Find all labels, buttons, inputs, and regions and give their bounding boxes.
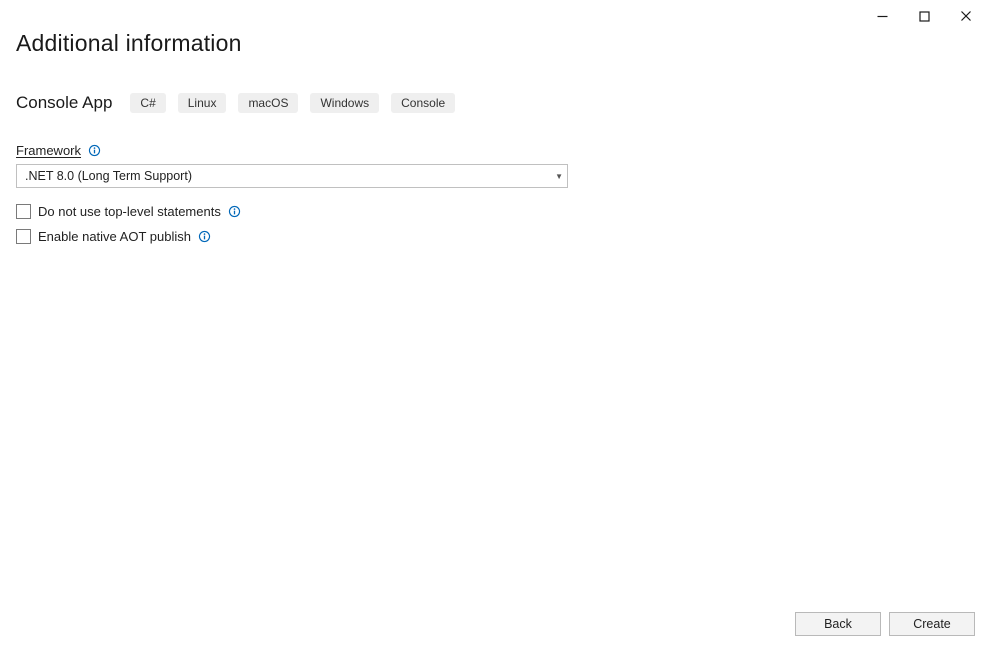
back-button[interactable]: Back	[795, 612, 881, 636]
toplevel-checkbox[interactable]	[16, 204, 31, 219]
tag-linux[interactable]: Linux	[178, 93, 227, 113]
tag-console[interactable]: Console	[391, 93, 455, 113]
aot-checkbox-label[interactable]: Enable native AOT publish	[38, 229, 191, 244]
info-icon[interactable]	[228, 205, 242, 219]
aot-checkbox[interactable]	[16, 229, 31, 244]
info-icon[interactable]	[198, 230, 212, 244]
info-icon[interactable]	[87, 144, 101, 158]
template-header: Console App C# Linux macOS Windows Conso…	[16, 93, 973, 113]
create-button[interactable]: Create	[889, 612, 975, 636]
chevron-down-icon: ▼	[555, 172, 563, 181]
tag-macos[interactable]: macOS	[238, 93, 298, 113]
template-name: Console App	[16, 93, 112, 113]
tag-csharp[interactable]: C#	[130, 93, 165, 113]
framework-label: Framework	[16, 143, 81, 158]
minimize-button[interactable]	[861, 3, 903, 29]
maximize-button[interactable]	[903, 3, 945, 29]
page-title: Additional information	[16, 30, 973, 57]
close-button[interactable]	[945, 3, 987, 29]
tag-windows[interactable]: Windows	[310, 93, 379, 113]
framework-dropdown[interactable]: .NET 8.0 (Long Term Support) ▼	[16, 164, 568, 188]
framework-selected-value: .NET 8.0 (Long Term Support)	[25, 169, 192, 183]
toplevel-checkbox-label[interactable]: Do not use top-level statements	[38, 204, 221, 219]
